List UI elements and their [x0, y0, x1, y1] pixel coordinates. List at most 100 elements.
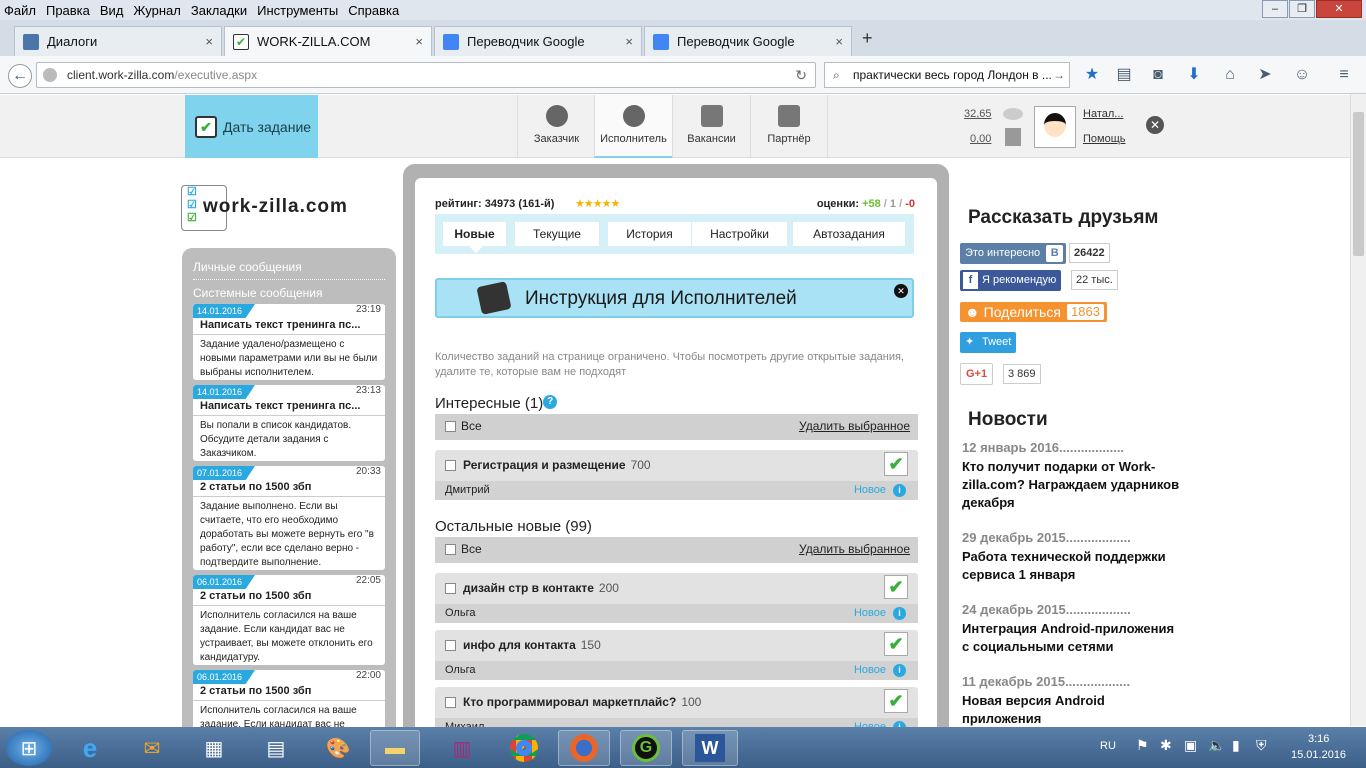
nav-customer[interactable]: Заказчик	[517, 95, 595, 158]
home-icon[interactable]: ⌂	[1220, 66, 1240, 84]
gamepad-app-icon[interactable]: G	[620, 730, 672, 766]
menu-tools[interactable]: Инструменты	[257, 3, 338, 18]
search-input[interactable]: ⌕ практически весь город Лондон в ... →	[824, 62, 1070, 88]
tab-history[interactable]: История	[608, 222, 691, 246]
flag-icon[interactable]: ▣	[1184, 737, 1197, 754]
news-text[interactable]: Работа технической поддержки сервиса 1 я…	[962, 548, 1182, 584]
start-button[interactable]: ⊞	[6, 730, 52, 766]
tab-google-translate-2[interactable]: Переводчик Google ×	[644, 26, 852, 56]
message-card[interactable]: 14.01.2016 23:13 Написать текст тренинга …	[193, 385, 385, 461]
news-item[interactable]: 12 январь 2016.................. Кто пол…	[962, 440, 1182, 512]
instruction-banner[interactable]: Инструкция для Исполнителей ✕	[435, 278, 914, 318]
nav-partner[interactable]: Партнёр	[750, 95, 828, 158]
news-item[interactable]: 29 декабрь 2015.................. Работа…	[962, 530, 1182, 584]
clock-date[interactable]: 15.01.2016	[1291, 749, 1346, 761]
tab-new[interactable]: Новые	[443, 222, 506, 246]
message-card[interactable]: 06.01.2016 22:00 2 статьи по 1500 збп Исп…	[193, 670, 385, 728]
new-tab-button[interactable]: +	[862, 28, 873, 49]
info-icon[interactable]: i	[893, 484, 906, 497]
battery-icon[interactable]: ▮	[1232, 737, 1240, 754]
system-messages-link[interactable]: Системные сообщения	[193, 280, 385, 306]
close-icon[interactable]: ✕	[894, 284, 908, 298]
agent-icon[interactable]: ✉	[126, 730, 178, 766]
task-title[interactable]: дизайн стр в контакте 200	[463, 581, 619, 595]
word-icon[interactable]: W	[682, 730, 738, 766]
send-icon[interactable]: ➤	[1255, 66, 1275, 84]
scrollbar-thumb[interactable]	[1353, 112, 1364, 256]
accept-checkmark-icon[interactable]: ✔	[884, 632, 908, 656]
accept-checkmark-icon[interactable]: ✔	[884, 452, 908, 476]
task-title[interactable]: Регистрация и размещение 700	[463, 458, 651, 472]
info-icon[interactable]: i	[893, 607, 906, 620]
volume-icon[interactable]: 🔈	[1208, 737, 1225, 754]
menu-file[interactable]: Файл	[4, 3, 36, 18]
message-card[interactable]: 07.01.2016 20:33 2 статьи по 1500 збп Зад…	[193, 466, 385, 570]
tab-dialogs[interactable]: Диалоги ×	[14, 26, 222, 56]
user-name-link[interactable]: Натал...	[1083, 108, 1123, 120]
task-title[interactable]: инфо для контакта 150	[463, 638, 601, 652]
internet-explorer-icon[interactable]: e	[64, 730, 116, 766]
close-tab-icon[interactable]: ×	[835, 34, 843, 49]
url-bar[interactable]: client.work-zilla.com/executive.aspx ↻	[36, 62, 816, 88]
chrome-icon[interactable]	[498, 730, 550, 766]
reload-icon[interactable]: ↻	[795, 63, 807, 87]
select-all-checkbox[interactable]	[445, 421, 456, 432]
bluetooth-icon[interactable]: ✱	[1160, 737, 1172, 754]
clock-time[interactable]: 3:16	[1308, 733, 1329, 745]
delete-selected-link[interactable]: Удалить выбранное	[799, 414, 910, 438]
help-icon[interactable]: ?	[543, 395, 558, 409]
news-text[interactable]: Новая версия Android приложения	[962, 692, 1182, 728]
message-card[interactable]: 14.01.2016 23:19 Написать текст тренинга …	[193, 304, 385, 380]
tab-workzilla[interactable]: ✔ WORK-ZILLA.COM ×	[224, 26, 432, 56]
menu-history[interactable]: Журнал	[133, 3, 180, 18]
tab-google-translate-1[interactable]: Переводчик Google ×	[434, 26, 642, 56]
avatar[interactable]	[1034, 106, 1076, 148]
antivirus-icon[interactable]: ⛨	[1256, 737, 1267, 754]
menu-bookmarks[interactable]: Закладки	[191, 3, 247, 18]
accept-checkmark-icon[interactable]: ✔	[884, 689, 908, 713]
search-go-icon[interactable]: →	[1053, 63, 1065, 87]
task-title[interactable]: Кто программировал маркетплайс? 100	[463, 695, 701, 709]
bookmark-star-icon[interactable]: ★	[1082, 66, 1102, 84]
logout-icon[interactable]: ✕	[1146, 116, 1164, 134]
gplus-button[interactable]: G+1	[960, 363, 994, 385]
pocket-icon[interactable]: ◙	[1148, 66, 1168, 84]
language-indicator[interactable]: RU	[1100, 740, 1116, 752]
info-icon[interactable]: i	[893, 664, 906, 677]
personal-messages-link[interactable]: Личные сообщения	[193, 254, 385, 280]
message-card[interactable]: 06.01.2016 22:05 2 статьи по 1500 збп Исп…	[193, 575, 385, 665]
close-tab-icon[interactable]: ×	[415, 34, 423, 49]
ok-share-button[interactable]: ☻ Поделиться 1863	[960, 302, 1107, 322]
task-checkbox[interactable]	[445, 697, 456, 708]
tweet-button[interactable]: ✦ Tweet	[960, 332, 1017, 353]
winrar-icon[interactable]: ▥	[436, 730, 488, 766]
delete-selected-link[interactable]: Удалить выбранное	[799, 537, 910, 561]
download-icon[interactable]: ⬇	[1184, 66, 1204, 84]
menu-view[interactable]: Вид	[100, 3, 124, 18]
paint-icon[interactable]: 🎨	[312, 730, 364, 766]
tab-settings[interactable]: Настройки	[692, 222, 787, 246]
close-tab-icon[interactable]: ×	[625, 34, 633, 49]
site-logo[interactable]: ☑ ☑ ☑ work-zilla.com	[181, 185, 401, 231]
news-item[interactable]: 11 декабрь 2015.................. Новая …	[962, 674, 1182, 728]
close-window-button[interactable]: ✕	[1316, 0, 1362, 18]
task-checkbox[interactable]	[445, 583, 456, 594]
menu-help[interactable]: Справка	[348, 3, 399, 18]
network-icon[interactable]: ⚑	[1136, 737, 1149, 754]
news-item[interactable]: 24 декабрь 2015.................. Интегр…	[962, 602, 1182, 656]
page-scrollbar[interactable]	[1350, 94, 1366, 726]
maximize-button[interactable]: ❐	[1289, 0, 1315, 18]
accept-checkmark-icon[interactable]: ✔	[884, 575, 908, 599]
close-tab-icon[interactable]: ×	[205, 34, 213, 49]
tasks-app-icon[interactable]: ▦	[188, 730, 240, 766]
tab-autotasks[interactable]: Автозадания	[793, 222, 905, 246]
give-task-button[interactable]: ✔ Дать задание	[185, 95, 318, 158]
file-explorer-icon[interactable]: ▬	[370, 730, 420, 766]
nav-executor[interactable]: Исполнитель	[594, 95, 672, 158]
chat-icon[interactable]: ☺	[1292, 66, 1312, 84]
minimize-button[interactable]: –	[1262, 0, 1288, 18]
news-text[interactable]: Интеграция Android-приложения с социальн…	[962, 620, 1182, 656]
nav-vacancies[interactable]: Вакансии	[672, 95, 750, 158]
task-checkbox[interactable]	[445, 640, 456, 651]
firefox-icon[interactable]	[558, 730, 610, 766]
